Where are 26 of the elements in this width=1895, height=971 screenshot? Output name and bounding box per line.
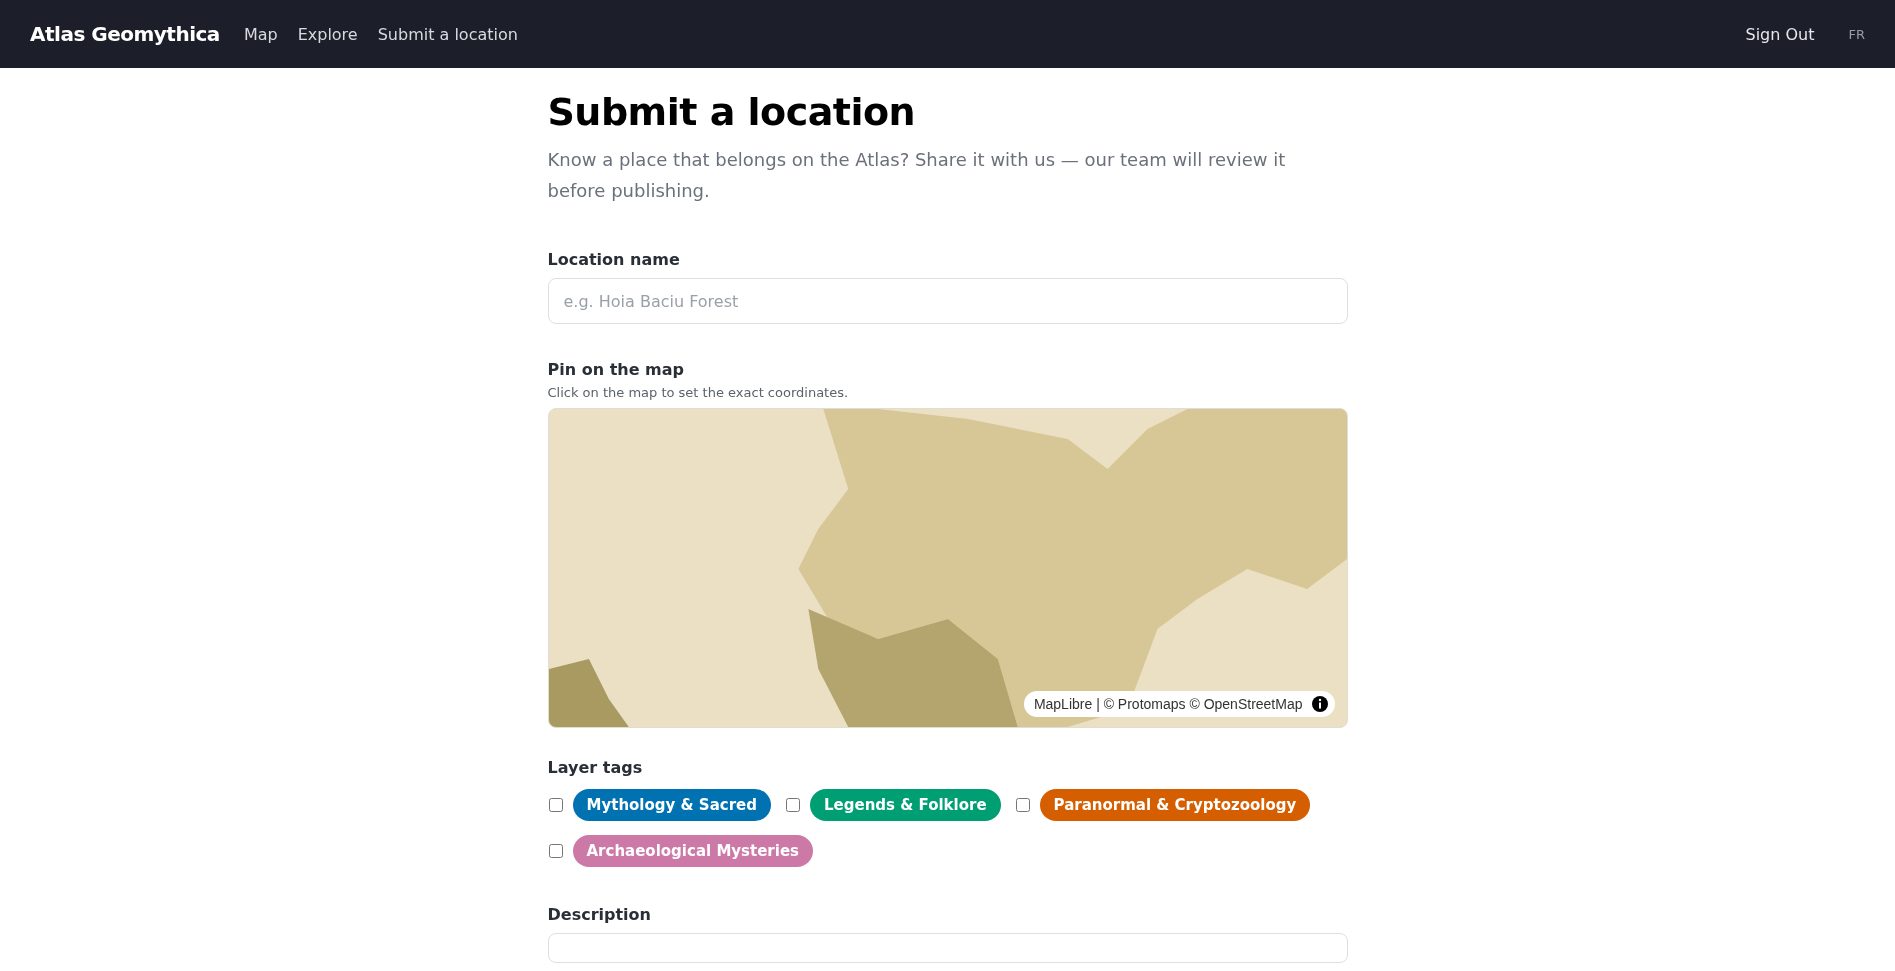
tag-checkbox[interactable] (786, 798, 800, 812)
tag-checkbox[interactable] (548, 844, 563, 858)
page-title: Submit a location (547, 90, 917, 134)
description-input[interactable] (547, 933, 1348, 963)
tag-pill: Paranormal & Cryptozoology (1039, 789, 1311, 821)
field-label: Location name (547, 250, 681, 269)
field-label: Layer tags (547, 758, 644, 777)
field-hint: Click on the map to set the exact coordinates. (547, 385, 850, 400)
page-subtitle: Know a place that belongs on the Atlas? Share it with us — our team will review it before publishing. (547, 148, 1287, 203)
tag-checkbox[interactable] (548, 798, 563, 812)
nav-link[interactable]: Submit a location (377, 22, 518, 46)
info-icon[interactable] (1310, 695, 1329, 713)
sign-out-link[interactable]: Sign Out (1745, 24, 1815, 44)
attribution-text: MapLibre | © Protomaps © OpenStreetMap (1033, 696, 1303, 712)
field-label: Pin on the map (547, 360, 685, 379)
map-view[interactable]: MapLibre | © Protomaps © OpenStreetMap (547, 408, 1348, 728)
tag-pill: Legends & Folklore (810, 789, 1001, 821)
location-name-input[interactable]: e.g. Hoia Baciu Forest (547, 278, 1348, 324)
brand-logo-link[interactable]: Atlas Geomythica (30, 22, 220, 46)
tag-checkbox[interactable] (1015, 798, 1030, 812)
tag-pill: Archaeological Mysteries (572, 835, 813, 867)
language-link[interactable]: FR (1848, 26, 1865, 42)
field-label: Description (547, 905, 652, 924)
nav-link[interactable]: Map (243, 22, 278, 46)
tag-pill: Mythology & Sacred (572, 789, 771, 821)
nav-link[interactable]: Explore (297, 22, 358, 46)
